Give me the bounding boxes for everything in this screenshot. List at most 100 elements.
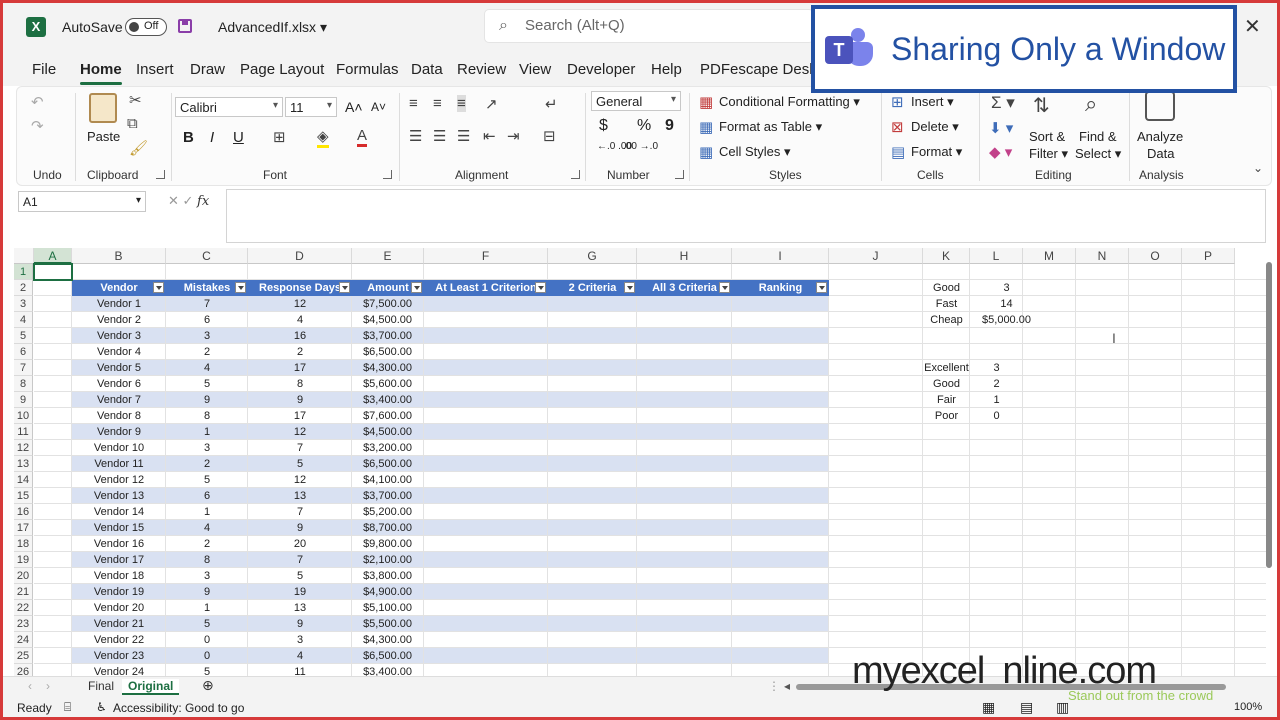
table-header-cell[interactable]: Amount: [352, 280, 424, 296]
font-name-select[interactable]: Calibri ▾: [175, 97, 283, 117]
table-header-cell[interactable]: 2 Criteria: [548, 280, 637, 296]
table-cell[interactable]: Vendor 17: [72, 552, 166, 568]
row-header-7[interactable]: 7: [14, 360, 33, 376]
format-cells-button[interactable]: Format ▾: [911, 144, 962, 160]
column-header-h[interactable]: H: [637, 248, 732, 264]
table-cell[interactable]: Vendor 15: [72, 520, 166, 536]
table-cell[interactable]: Vendor 21: [72, 616, 166, 632]
table-cell[interactable]: 12: [248, 472, 352, 488]
table-cell[interactable]: Vendor 5: [72, 360, 166, 376]
number-launcher-icon[interactable]: [675, 170, 684, 179]
column-header-g[interactable]: G: [548, 248, 637, 264]
row-header-17[interactable]: 17: [14, 520, 33, 536]
table-cell[interactable]: 1: [166, 504, 248, 520]
row-header-15[interactable]: 15: [14, 488, 33, 504]
delete-cells-button[interactable]: Delete ▾: [911, 119, 959, 135]
vertical-scrollbar[interactable]: [1266, 262, 1272, 568]
table-cell[interactable]: 7: [166, 296, 248, 312]
table-header-cell[interactable]: Response Days: [248, 280, 352, 296]
alignment-launcher-icon[interactable]: [571, 170, 580, 179]
column-header-k[interactable]: K: [923, 248, 970, 264]
table-cell[interactable]: $2,100.00: [352, 552, 424, 568]
align-right-icon[interactable]: ☰: [457, 127, 470, 145]
analyze-data-button[interactable]: Analyze: [1137, 129, 1183, 144]
column-header-l[interactable]: L: [970, 248, 1023, 264]
filter-dropdown-icon[interactable]: [153, 282, 164, 293]
tab-home[interactable]: Home: [80, 61, 122, 85]
table-cell[interactable]: Vendor 23: [72, 648, 166, 664]
table-cell[interactable]: $8,700.00: [352, 520, 424, 536]
table-cell[interactable]: Vendor 11: [72, 456, 166, 472]
column-header-f[interactable]: F: [424, 248, 548, 264]
table-cell[interactable]: Vendor 7: [72, 392, 166, 408]
table-cell[interactable]: Vendor 18: [72, 568, 166, 584]
ranking-value[interactable]: 2: [970, 376, 1023, 392]
row-header-11[interactable]: 11: [14, 424, 33, 440]
borders-icon[interactable]: ⊞: [273, 128, 286, 146]
tab-draw[interactable]: Draw: [190, 61, 225, 78]
table-cell[interactable]: 3: [248, 632, 352, 648]
find-select-button[interactable]: Find &: [1079, 129, 1117, 144]
table-cell[interactable]: $4,900.00: [352, 584, 424, 600]
macro-record-icon[interactable]: ⌸: [64, 700, 71, 715]
table-cell[interactable]: 9: [166, 584, 248, 600]
table-cell[interactable]: Vendor 6: [72, 376, 166, 392]
fill-icon[interactable]: ⬇ ▾: [989, 119, 1013, 137]
criteria-label[interactable]: Fast: [923, 296, 970, 312]
tab-review[interactable]: Review: [457, 61, 506, 78]
row-header-3[interactable]: 3: [14, 296, 33, 312]
table-cell[interactable]: $4,300.00: [352, 360, 424, 376]
collapse-ribbon-icon[interactable]: ⌄: [1253, 161, 1263, 175]
tab-page-layout[interactable]: Page Layout: [240, 61, 324, 78]
merge-center-icon[interactable]: ⊟: [543, 127, 556, 145]
table-cell[interactable]: 4: [166, 360, 248, 376]
column-header-e[interactable]: E: [352, 248, 424, 264]
align-center-icon[interactable]: ☰: [433, 127, 446, 145]
table-cell[interactable]: $6,500.00: [352, 456, 424, 472]
currency-button[interactable]: $: [599, 117, 608, 135]
table-cell[interactable]: Vendor 20: [72, 600, 166, 616]
table-cell[interactable]: 5: [248, 568, 352, 584]
table-cell[interactable]: $3,200.00: [352, 440, 424, 456]
filter-dropdown-icon[interactable]: [719, 282, 730, 293]
row-header-23[interactable]: 23: [14, 616, 33, 632]
table-cell[interactable]: 5: [166, 616, 248, 632]
search-box[interactable]: ⌕ Search (Alt+Q): [484, 9, 814, 43]
insert-cells-button[interactable]: Insert ▾: [911, 94, 954, 110]
column-header-b[interactable]: B: [72, 248, 166, 264]
table-cell[interactable]: 7: [248, 440, 352, 456]
table-cell[interactable]: 1: [166, 600, 248, 616]
row-header-2[interactable]: 2: [14, 280, 33, 296]
table-cell[interactable]: $3,700.00: [352, 488, 424, 504]
scroll-left-icon[interactable]: ◂: [784, 679, 790, 693]
table-cell[interactable]: Vendor 22: [72, 632, 166, 648]
column-header-n[interactable]: N: [1076, 248, 1129, 264]
table-cell[interactable]: 6: [166, 488, 248, 504]
row-header-12[interactable]: 12: [14, 440, 33, 456]
paste-label[interactable]: Paste: [87, 129, 120, 144]
cell-styles-button[interactable]: Cell Styles ▾: [719, 144, 791, 160]
table-cell[interactable]: $5,600.00: [352, 376, 424, 392]
font-size-select[interactable]: 11 ▾: [285, 97, 337, 117]
column-header-i[interactable]: I: [732, 248, 829, 264]
column-header-j[interactable]: J: [829, 248, 923, 264]
row-header-24[interactable]: 24: [14, 632, 33, 648]
ranking-label[interactable]: Excellent: [923, 360, 970, 376]
filter-dropdown-icon[interactable]: [339, 282, 350, 293]
format-painter-icon[interactable]: 🖌: [129, 139, 148, 157]
row-header-26[interactable]: 26: [14, 664, 33, 676]
table-cell[interactable]: $4,500.00: [352, 424, 424, 440]
row-header-21[interactable]: 21: [14, 584, 33, 600]
table-cell[interactable]: 9: [248, 616, 352, 632]
clipboard-launcher-icon[interactable]: [156, 170, 165, 179]
table-cell[interactable]: Vendor 3: [72, 328, 166, 344]
paste-icon[interactable]: [89, 93, 117, 123]
table-cell[interactable]: $3,800.00: [352, 568, 424, 584]
table-cell[interactable]: 4: [248, 312, 352, 328]
table-cell[interactable]: 0: [166, 632, 248, 648]
decrease-indent-icon[interactable]: ⇤: [483, 127, 496, 145]
table-cell[interactable]: 17: [248, 408, 352, 424]
row-header-4[interactable]: 4: [14, 312, 33, 328]
increase-font-icon[interactable]: A˄: [345, 99, 363, 115]
percent-button[interactable]: %: [637, 117, 651, 135]
